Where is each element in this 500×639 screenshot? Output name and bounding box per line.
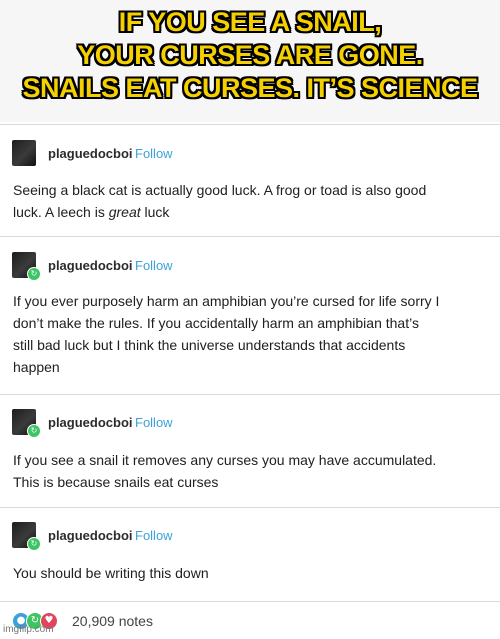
follow-button[interactable]: Follow xyxy=(135,258,173,273)
post-line: This is because snails eat curses xyxy=(13,474,219,490)
caption-line-2: YOUR CURSES ARE GONE. xyxy=(77,40,423,70)
post-line: If you ever purposely harm an amphibian … xyxy=(13,293,440,309)
post-divider xyxy=(0,124,500,125)
follow-button[interactable]: Follow xyxy=(135,415,173,430)
post-line: If you see a snail it removes any curses… xyxy=(13,452,437,468)
post-body: Seeing a black cat is actually good luck… xyxy=(13,179,491,223)
post-line: don’t make the rules. If you accidentall… xyxy=(13,315,419,331)
username[interactable]: plaguedocboi xyxy=(48,528,133,543)
reblog-icon: ↻ xyxy=(27,537,41,551)
reblog-icon: ↻ xyxy=(27,424,41,438)
notes-count[interactable]: 20,909 notes xyxy=(72,613,153,629)
meme-caption: IF YOU SEE A SNAIL, YOUR CURSES ARE GONE… xyxy=(0,0,500,122)
post-divider xyxy=(0,601,500,602)
post-divider xyxy=(0,507,500,508)
caption-line-3: SNAILS EAT CURSES. IT’S SCIENCE xyxy=(22,73,478,103)
follow-button[interactable]: Follow xyxy=(135,146,173,161)
post-divider xyxy=(0,236,500,237)
reblog-icon: ↻ xyxy=(27,267,41,281)
post-line: Seeing a black cat is actually good luck… xyxy=(13,182,427,198)
post-text-fragment: luck. A leech is xyxy=(13,204,109,220)
watermark: imgflip.com xyxy=(3,624,54,635)
post-body: If you ever purposely harm an amphibian … xyxy=(13,290,491,378)
post-line: You should be writing this down xyxy=(13,565,209,581)
emphasis-text: great xyxy=(108,204,141,220)
post-text-fragment: luck xyxy=(140,204,170,220)
post-body: You should be writing this down xyxy=(13,562,491,584)
post-line: still bad luck but I think the universe … xyxy=(13,337,406,353)
follow-button[interactable]: Follow xyxy=(135,528,173,543)
username[interactable]: plaguedocboi xyxy=(48,415,133,430)
caption-line-1: IF YOU SEE A SNAIL, xyxy=(118,7,382,37)
post-divider xyxy=(0,394,500,395)
username[interactable]: plaguedocboi xyxy=(48,146,133,161)
post-line: luck. A leech is great luck xyxy=(13,201,491,223)
avatar[interactable] xyxy=(12,140,36,166)
username[interactable]: plaguedocboi xyxy=(48,258,133,273)
post-line: happen xyxy=(13,359,60,375)
post-body: If you see a snail it removes any curses… xyxy=(13,449,491,493)
